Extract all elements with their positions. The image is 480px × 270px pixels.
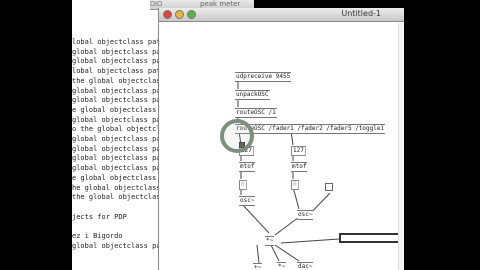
console-line: global objectclass path — [72, 241, 158, 250]
console-header: DIO — [150, 1, 163, 8]
freq-number-right[interactable]: 0 — [291, 180, 299, 190]
patch-canvas[interactable]: udpreceive 9455 unpackOSC routeOSC /1 ro… — [159, 23, 405, 270]
left-black-region — [0, 0, 72, 270]
routeosc-faders-object[interactable]: routeOSC /fader1 /fader2 /fader5 /toggle… — [235, 124, 386, 134]
close-icon[interactable] — [163, 10, 172, 19]
console-line: e global objectclass p — [72, 105, 158, 114]
dac-object[interactable]: dac~ — [297, 262, 314, 270]
mtof-right-object[interactable]: mtof — [291, 162, 308, 172]
console-line: jects for PDP — [72, 212, 127, 221]
console-window: lobal objectclass path global objectclass… — [72, 0, 158, 270]
console-line: he global objectclass — [72, 183, 158, 192]
osc-right-object[interactable]: osc~ — [297, 210, 314, 220]
peak-meter-title: peak meter — [200, 0, 241, 8]
patch-window: Untitled-1 udpreceive 9455 unpackOSC rou… — [158, 8, 405, 270]
patch-titlebar[interactable]: Untitled-1 — [159, 8, 405, 22]
console-line: global objectclass path — [72, 47, 158, 56]
mtof-left-object[interactable]: mtof — [239, 162, 256, 172]
osc-left-object[interactable]: osc~ — [239, 196, 256, 206]
cursor-highlight-icon — [220, 119, 254, 153]
console-line: lobal objectclass path — [72, 67, 158, 76]
console-line: global objectclass pat — [72, 164, 158, 173]
console-line: global objectclass path — [72, 154, 158, 163]
console-line: global objectclass path — [72, 135, 158, 143]
console-line: lobal objectclass path — [72, 38, 158, 46]
mult-right-object[interactable]: *~ — [277, 262, 287, 270]
toggle-checkbox[interactable] — [325, 183, 333, 191]
freq-number-left[interactable]: 0 — [239, 180, 247, 190]
plus-object[interactable]: +~ — [253, 263, 263, 270]
horizontal-slider[interactable] — [339, 233, 405, 243]
routeosc-1-object[interactable]: routeOSC /1 — [235, 108, 277, 118]
console-line: e global objectclass p — [72, 173, 158, 182]
zoom-icon[interactable] — [187, 10, 196, 19]
number-box-right[interactable]: 127 — [291, 146, 306, 156]
mult-left-object[interactable]: *~ — [265, 236, 275, 246]
unpackosc-object[interactable]: unpackOSC — [235, 90, 270, 100]
window-title: Untitled-1 — [341, 9, 381, 18]
console-line: o the global objectcla — [72, 125, 158, 134]
right-black-region — [404, 0, 480, 270]
console-line: global objectclass path — [72, 86, 158, 95]
console-line: the global objectclass — [72, 193, 158, 202]
console-line: global objectclass pat — [72, 57, 158, 66]
minimize-icon[interactable] — [175, 10, 184, 19]
console-line: the global objectclass — [72, 76, 158, 85]
udpreceive-object[interactable]: udpreceive 9455 — [235, 72, 292, 82]
console-line: global objectclass pat — [72, 144, 158, 153]
console-line: global objectclass pat — [72, 96, 158, 105]
console-line: global objectclass pat — [72, 115, 158, 124]
console-line: ez i Bigordo — [72, 232, 123, 240]
